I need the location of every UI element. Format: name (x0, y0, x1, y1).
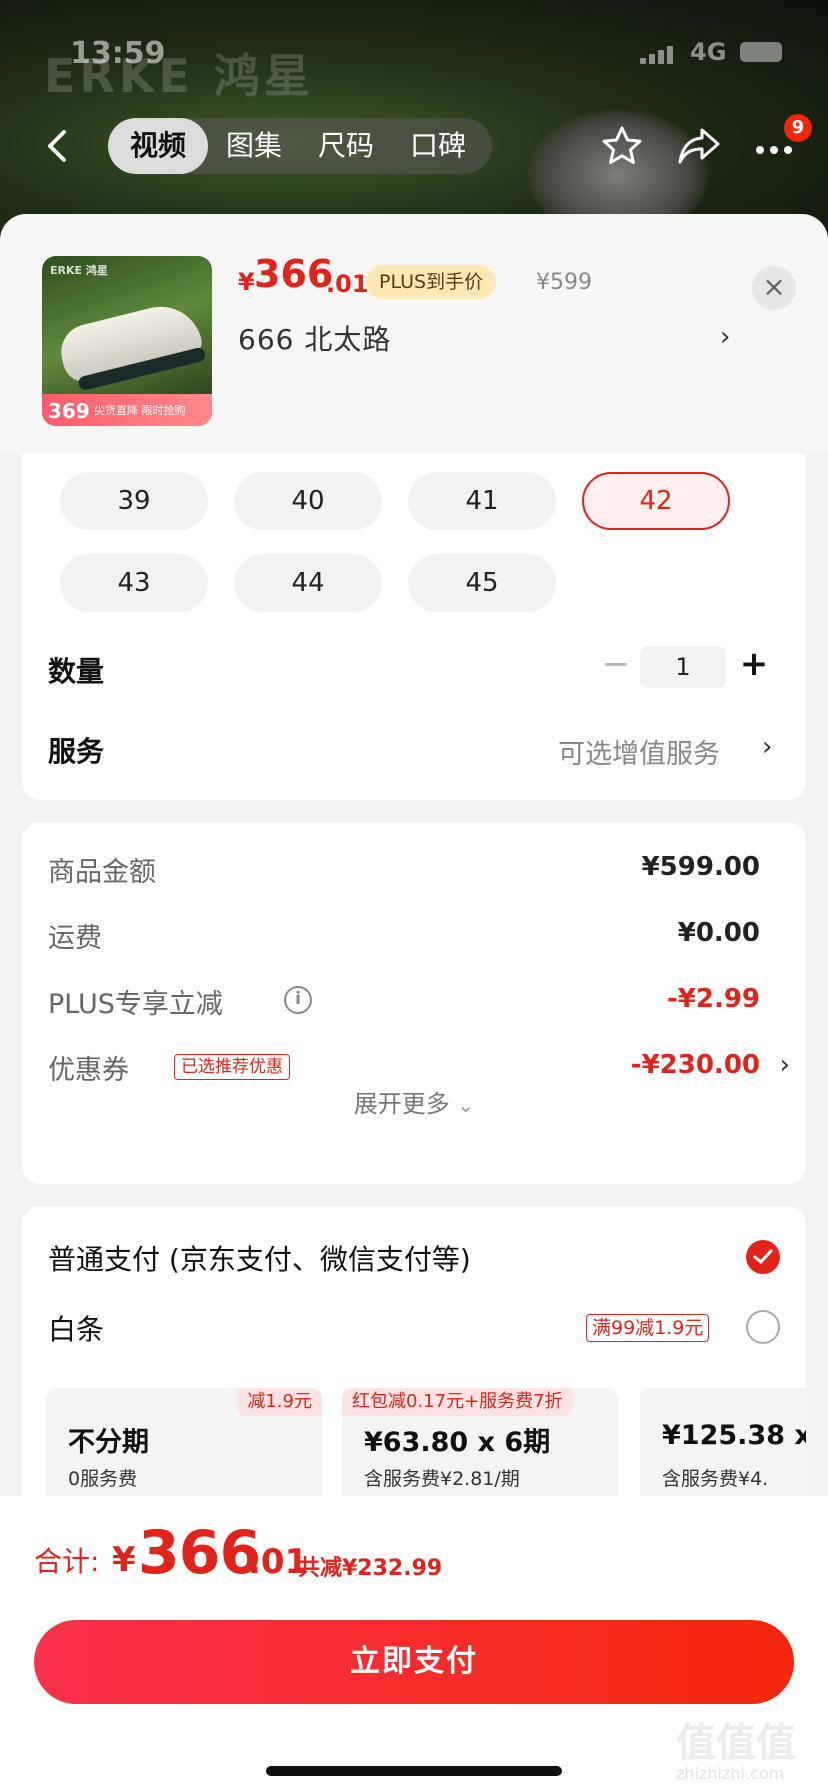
normal-payment-label[interactable]: 普通支付 (京东支付、微信支付等) (48, 1238, 471, 1278)
signal-icon (640, 46, 674, 64)
thumbnail-logo: ERKE 鸿星 (50, 264, 108, 277)
installment-sub: 0服务费 (68, 1468, 138, 1490)
goods-amount-row: 商品金额 ¥599.00 (48, 850, 782, 894)
chevron-right-icon[interactable]: › (762, 732, 772, 762)
quantity-label: 数量 (48, 655, 105, 688)
quantity-input[interactable]: 1 (640, 646, 726, 688)
baitiao-discount-tag: 满99减1.9元 (586, 1314, 710, 1342)
installment-main: 不分期 (68, 1427, 149, 1458)
thumbnail-promo-text: 尖货直降 限时抢购 (94, 404, 186, 417)
tab-video[interactable]: 视频 (108, 118, 209, 174)
sku-selector-header: ERKE 鸿星 369 尖货直降 限时抢购 ¥ 366 .01 PLUS到手价 … (0, 214, 828, 454)
shipping-row: 运费 ¥0.00 (48, 916, 782, 960)
tab-gallery[interactable]: 图集 (208, 118, 300, 174)
payment-method-card: 普通支付 (京东支付、微信支付等) 白条 满99减1.9元 减1.9元 不分期 … (22, 1206, 806, 1496)
size-option-40[interactable]: 40 (234, 472, 382, 530)
installment-sub: 含服务费¥2.81/期 (364, 1468, 520, 1490)
installment-main: ¥63.80 x 6期 (364, 1427, 551, 1458)
quantity-decrease-button[interactable]: − (596, 646, 636, 686)
plus-discount-label: PLUS专享立减 (48, 989, 223, 1020)
thumbnail-promo-price: 369 (48, 399, 90, 423)
pay-now-button[interactable]: 立即支付 (34, 1620, 794, 1704)
shipping-value: ¥0.00 (677, 918, 760, 948)
info-icon[interactable]: i (284, 986, 312, 1014)
selected-spec[interactable]: 666 北太路 (238, 318, 391, 358)
watermark-url: zhizhizhi.com (676, 1764, 785, 1783)
tab-reviews[interactable]: 口碑 (392, 118, 484, 174)
expand-more-button[interactable]: 展开更多 ⌄ (22, 1084, 806, 1119)
home-indicator[interactable] (266, 1766, 562, 1776)
battery-icon (740, 42, 782, 62)
installment-sub: 含服务费¥4. (662, 1468, 769, 1490)
size-option-44[interactable]: 44 (234, 554, 382, 612)
total-integer: 366 (138, 1518, 261, 1588)
service-label: 服务 (48, 735, 105, 768)
amount-summary-card: 商品金额 ¥599.00 运费 ¥0.00 PLUS专享立减 i -¥2.99 … (22, 822, 806, 1184)
coupon-value: -¥230.00 (630, 1050, 760, 1080)
goods-amount-label: 商品金额 (48, 857, 156, 888)
price-decimal: .01 (326, 270, 369, 298)
chevron-down-icon: ⌄ (457, 1093, 475, 1117)
coupon-recommended-tag: 已选推荐优惠 (174, 1054, 290, 1080)
status-time: 13:59 (70, 36, 166, 71)
chevron-right-icon[interactable]: › (780, 1050, 790, 1080)
share-icon[interactable] (676, 124, 722, 168)
price-currency: ¥ (238, 268, 255, 296)
product-thumbnail[interactable]: ERKE 鸿星 369 尖货直降 限时抢购 (42, 256, 212, 426)
baitiao-label[interactable]: 白条 (48, 1308, 104, 1348)
goods-amount-value: ¥599.00 (641, 852, 760, 882)
installment-option-3[interactable]: ¥125.38 x 含服务费¥4. (640, 1388, 806, 1496)
original-price: ¥599 (536, 270, 592, 295)
chevron-right-icon[interactable]: › (720, 322, 730, 352)
plus-price-tag: PLUS到手价 (366, 265, 497, 299)
tab-size[interactable]: 尺码 (300, 118, 392, 174)
installment-main: ¥125.38 x (662, 1420, 806, 1451)
size-option-39[interactable]: 39 (60, 472, 208, 530)
status-bar: ERKE 鸿星 13:59 4G (0, 0, 828, 103)
price-integer: 366 (254, 252, 334, 296)
installment-tag: 红包减0.17元+服务费7折 (342, 1388, 573, 1416)
back-icon[interactable] (38, 126, 78, 166)
total-label: 合计: (34, 1545, 100, 1578)
installment-option-6[interactable]: 红包减0.17元+服务费7折 ¥63.80 x 6期 含服务费¥2.81/期 (342, 1388, 618, 1496)
favorite-star-icon[interactable] (600, 124, 644, 168)
installment-option-none[interactable]: 减1.9元 不分期 0服务费 (46, 1388, 322, 1496)
size-option-42-selected[interactable]: 42 (582, 472, 730, 530)
size-option-45[interactable]: 45 (408, 554, 556, 612)
installment-tag: 减1.9元 (237, 1388, 322, 1416)
shipping-label: 运费 (48, 923, 102, 954)
plus-discount-row: PLUS专享立减 i -¥2.99 (48, 982, 782, 1026)
size-quantity-card: 39 40 41 42 43 44 45 数量 − 1 + 服务 可选增值服务 … (22, 454, 806, 800)
media-tabs: 视频 图集 尺码 口碑 (108, 118, 493, 174)
close-button[interactable]: × (752, 266, 796, 310)
checkout-bar: 合计: ¥ 366 .01 共减¥232.99 立即支付 值值值 zhizhiz… (0, 1496, 828, 1792)
baitiao-radio[interactable] (746, 1310, 780, 1344)
size-option-43[interactable]: 43 (60, 554, 208, 612)
message-count-badge: 9 (784, 114, 812, 142)
quantity-increase-button[interactable]: + (734, 644, 774, 686)
checked-icon[interactable] (746, 1240, 780, 1274)
plus-discount-value: -¥2.99 (666, 984, 760, 1014)
total-currency: ¥ (112, 1540, 136, 1580)
size-option-41[interactable]: 41 (408, 472, 556, 530)
coupon-label: 优惠券 (48, 1055, 129, 1086)
expand-more-label: 展开更多 (353, 1090, 450, 1118)
watermark-logo: 值值值 (676, 1720, 796, 1766)
shoe-image (55, 297, 205, 387)
service-value[interactable]: 可选增值服务 (558, 732, 720, 771)
nav-bar: 视频 图集 尺码 口碑 9 (0, 108, 828, 184)
total-savings: 共减¥232.99 (298, 1556, 443, 1581)
network-label: 4G (690, 38, 727, 66)
